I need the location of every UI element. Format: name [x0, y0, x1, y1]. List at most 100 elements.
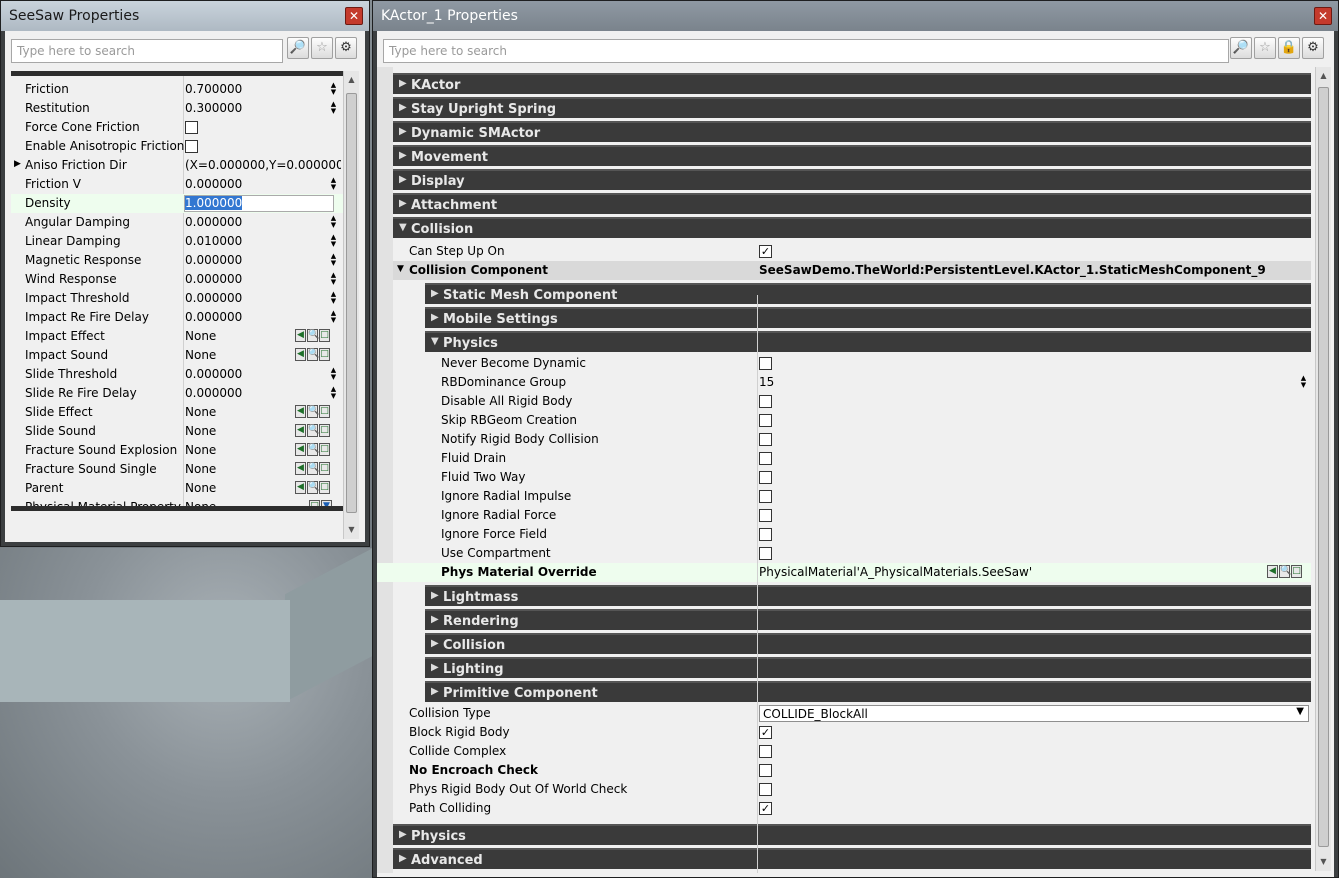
collapsed-arrow-icon[interactable]: ▶: [399, 78, 407, 89]
clear-icon[interactable]: □: [319, 424, 330, 437]
expanded-arrow-icon[interactable]: ▼: [399, 222, 407, 233]
column-divider[interactable]: [757, 295, 758, 873]
clear-icon[interactable]: □: [319, 462, 330, 475]
property-row[interactable]: Slide Re Fire Delay 0.000000 ▲ ▼: [11, 384, 343, 403]
category-header[interactable]: ▶ KActor: [393, 73, 1311, 94]
category-header[interactable]: ▶ Advanced: [393, 848, 1311, 869]
property-value[interactable]: 0.000000: [185, 272, 285, 286]
browse-icon[interactable]: 🔍: [307, 462, 319, 475]
property-row[interactable]: Block Rigid Body ✓: [393, 723, 1311, 742]
scroll-up-icon[interactable]: ▲: [1316, 69, 1331, 83]
property-row[interactable]: Impact Sound None ◀ 🔍 □: [11, 346, 343, 365]
property-row[interactable]: Slide Sound None ◀ 🔍 □: [11, 422, 343, 441]
use-selected-icon[interactable]: ◀: [295, 462, 306, 475]
category-header[interactable]: ▶ Movement: [393, 145, 1311, 166]
property-value[interactable]: 0.000000: [185, 291, 285, 305]
property-row[interactable]: ▶ Aniso Friction Dir (X=0.000000,Y=0.00000…: [11, 156, 343, 175]
property-checkbox[interactable]: [759, 528, 772, 541]
property-value[interactable]: 0.000000: [185, 253, 285, 267]
property-value[interactable]: None: [185, 462, 285, 476]
spinner-arrows-icon[interactable]: ▲ ▼: [329, 215, 338, 230]
collision-component-row[interactable]: ▼ Collision Component SeeSawDemo.TheWorld:…: [393, 261, 1311, 280]
property-value[interactable]: 0.300000: [185, 101, 285, 115]
spinner-arrows-icon[interactable]: ▲ ▼: [329, 177, 338, 192]
spinner-arrows-icon[interactable]: ▲ ▼: [329, 310, 338, 325]
property-checkbox[interactable]: [759, 490, 772, 503]
category-header[interactable]: ▶ Static Mesh Component: [425, 283, 1311, 304]
clear-icon[interactable]: □: [1291, 565, 1302, 578]
property-checkbox[interactable]: [759, 745, 772, 758]
collapsed-arrow-icon[interactable]: ▶: [431, 638, 439, 649]
property-row[interactable]: Use Compartment: [393, 544, 1311, 563]
property-checkbox[interactable]: [759, 433, 772, 446]
property-value[interactable]: None: [185, 443, 285, 457]
property-value[interactable]: 0.000000: [185, 386, 285, 400]
property-value[interactable]: SeeSawDemo.TheWorld:PersistentLevel.KAct…: [759, 263, 1266, 277]
category-header[interactable]: ▶ Collision: [425, 633, 1311, 654]
property-row[interactable]: Collide Complex: [393, 742, 1311, 761]
browse-icon[interactable]: 🔍: [307, 405, 319, 418]
property-row[interactable]: Path Colliding ✓: [393, 799, 1311, 818]
property-checkbox[interactable]: [759, 764, 772, 777]
vertical-scrollbar[interactable]: ▲ ▼: [343, 71, 359, 539]
category-header[interactable]: ▼ Physics: [425, 331, 1311, 352]
collapsed-arrow-icon[interactable]: ▶: [431, 590, 439, 601]
property-row[interactable]: Wind Response 0.000000 ▲ ▼: [11, 270, 343, 289]
spinner-arrows-icon[interactable]: ▲ ▼: [329, 386, 338, 401]
scrollbar-thumb[interactable]: [1318, 87, 1329, 847]
browse-icon[interactable]: 🔍: [307, 424, 319, 437]
find-settings-icon[interactable]: ⚙: [1302, 37, 1324, 59]
collapsed-arrow-icon[interactable]: ▶: [399, 829, 407, 840]
property-row[interactable]: Fracture Sound Single None ◀ 🔍 □: [11, 460, 343, 479]
category-header[interactable]: ▼ Collision: [393, 217, 1311, 238]
property-row[interactable]: Magnetic Response 0.000000 ▲ ▼: [11, 251, 343, 270]
property-row[interactable]: Slide Effect None ◀ 🔍 □: [11, 403, 343, 422]
property-row[interactable]: Never Become Dynamic: [393, 354, 1311, 373]
clear-icon[interactable]: □: [319, 329, 330, 342]
property-row[interactable]: Disable All Rigid Body: [393, 392, 1311, 411]
use-selected-icon[interactable]: ◀: [295, 443, 306, 456]
spinner-arrows-icon[interactable]: ▲ ▼: [329, 234, 338, 249]
property-row[interactable]: Density 1.000000: [11, 194, 343, 213]
property-value[interactable]: 0.000000: [185, 215, 285, 229]
property-row[interactable]: Force Cone Friction: [11, 118, 343, 137]
property-row[interactable]: Ignore Radial Force: [393, 506, 1311, 525]
property-checkbox[interactable]: [759, 357, 772, 370]
use-selected-icon[interactable]: ◀: [1267, 565, 1278, 578]
property-value[interactable]: None: [185, 348, 285, 362]
category-header[interactable]: ▶ Display: [393, 169, 1311, 190]
expanded-arrow-icon[interactable]: ▼: [431, 336, 439, 347]
clear-icon[interactable]: □: [319, 481, 330, 494]
spinner-arrows-icon[interactable]: ▲ ▼: [329, 253, 338, 268]
browse-icon[interactable]: 🔍: [1279, 565, 1291, 578]
collapsed-arrow-icon[interactable]: ▶: [431, 312, 439, 323]
property-value[interactable]: None: [185, 405, 285, 419]
category-header[interactable]: ▶ Mobile Settings: [425, 307, 1311, 328]
close-button[interactable]: ✕: [345, 7, 363, 25]
search-icon[interactable]: 🔎: [1230, 37, 1252, 59]
property-row[interactable]: Fluid Drain: [393, 449, 1311, 468]
use-selected-icon[interactable]: ◀: [295, 481, 306, 494]
search-input[interactable]: Type here to search: [11, 39, 283, 63]
property-checkbox[interactable]: [759, 452, 772, 465]
collapsed-arrow-icon[interactable]: ▶: [399, 198, 407, 209]
property-row[interactable]: Collision Type COLLIDE_BlockAll ▼: [393, 704, 1311, 723]
property-row[interactable]: Impact Effect None ◀ 🔍 □: [11, 327, 343, 346]
spinner-arrows-icon[interactable]: ▲ ▼: [329, 291, 338, 306]
property-value[interactable]: None: [185, 500, 285, 506]
property-checkbox[interactable]: [185, 140, 198, 153]
collapsed-arrow-icon[interactable]: ▶: [431, 686, 439, 697]
search-icon[interactable]: 🔎: [287, 37, 309, 59]
collapsed-arrow-icon[interactable]: ▶: [431, 614, 439, 625]
property-value[interactable]: 0.000000: [185, 177, 285, 191]
close-button[interactable]: ✕: [1314, 7, 1332, 25]
vertical-scrollbar[interactable]: ▲ ▼: [1315, 67, 1331, 871]
favorites-star-icon[interactable]: ☆: [311, 37, 333, 59]
property-value-input[interactable]: 1.000000: [184, 195, 334, 212]
property-checkbox[interactable]: ✓: [759, 802, 772, 815]
property-value[interactable]: PhysicalMaterial'A_PhysicalMaterials.See…: [759, 565, 1032, 579]
collapsed-arrow-icon[interactable]: ▶: [431, 662, 439, 673]
property-row[interactable]: Enable Anisotropic Friction: [11, 137, 343, 156]
search-input[interactable]: Type here to search: [383, 39, 1229, 63]
property-value[interactable]: (X=0.000000,Y=0.000000,Z: [185, 158, 341, 172]
